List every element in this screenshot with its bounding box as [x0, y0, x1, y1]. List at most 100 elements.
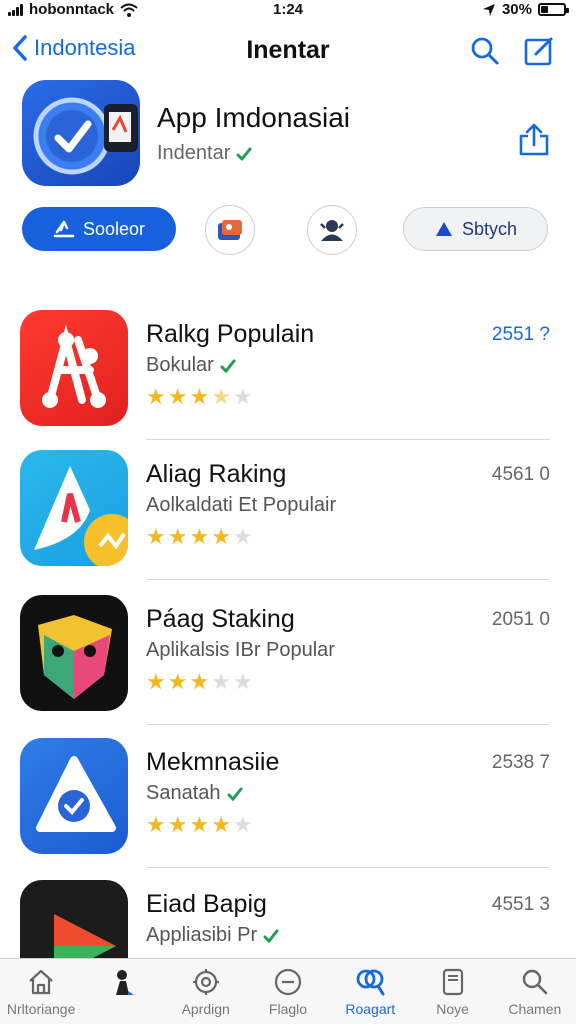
search-icon [522, 969, 548, 995]
star-icon: ★ [189, 384, 210, 409]
app-icon [20, 738, 128, 854]
list-item[interactable]: Mekmnasiie Sanatah ★ ★ ★ ★ ★ 2538 7 [0, 728, 576, 868]
item-value: 4561 0 [491, 464, 550, 485]
divider [146, 579, 550, 580]
tab-label: Noye [436, 1001, 469, 1017]
location-pin-icon [36, 756, 116, 832]
status-right: 30% [482, 1, 569, 18]
app-title: App Imdonasiai [157, 102, 351, 133]
battery-level [541, 6, 548, 13]
tab-label: Aprdign [181, 1001, 230, 1017]
tab-search[interactable]: Roagart [329, 959, 411, 1024]
item-subtitle-row: Aplikalsis IBr Popular [146, 639, 335, 662]
star-icon: ★ [189, 812, 210, 837]
tab-label: Roagart [345, 1001, 396, 1017]
star-icon: ★ [146, 524, 166, 549]
item-subtitle-row: Aolkaldati Et Populair [146, 494, 336, 517]
upload-triangle-icon [435, 222, 452, 236]
tab-bar: Nrltoriange Aprdign Flaglo Roagart Noye … [0, 958, 576, 1024]
list-item[interactable]: Páag Staking Aplikalsis IBr Popular ★ ★ ★ ★… [0, 585, 576, 725]
secondary-action-label: Sbtych [461, 218, 518, 239]
star-icon: ★ [189, 524, 210, 549]
verified-check-icon [263, 929, 279, 943]
app-icon[interactable] [22, 80, 140, 186]
tab-profile[interactable] [82, 959, 164, 1024]
item-title: Ralkg Populain [146, 320, 315, 348]
back-button[interactable]: Indontesia [12, 34, 136, 62]
item-subtitle-row: Sanatah [146, 782, 243, 805]
profile-button[interactable] [307, 205, 357, 255]
book-icon [442, 968, 463, 996]
compose-button[interactable] [522, 34, 556, 68]
app-logo-icon [33, 97, 138, 175]
item-subtitle: Aplikalsis IBr Popular [146, 639, 335, 661]
home-icon [29, 969, 53, 995]
star-rating: ★ ★ ★ ★ ★ [146, 386, 253, 408]
star-icon: ★ [167, 812, 188, 837]
star-rating: ★ ★ ★ ★ ★ [146, 526, 253, 548]
person-icon [320, 220, 344, 241]
item-subtitle: Aolkaldati Et Populair [146, 494, 337, 516]
item-title: Eiad Bapig [146, 890, 267, 918]
primary-action-button[interactable]: Sooleor [22, 207, 176, 251]
gear-icon [192, 969, 219, 995]
star-icon: ★ [167, 669, 188, 694]
list-item[interactable]: Aliag Raking Aolkaldati Et Populair ★ ★ ★ ★… [0, 440, 576, 580]
primary-action-label: Sooleor [82, 218, 146, 239]
compose-icon [524, 37, 553, 66]
share-button[interactable] [514, 120, 554, 160]
status-bar: hobonntack 1:24 30% [0, 0, 576, 22]
star-icon: ★ [232, 812, 253, 837]
star-icon: ★ [232, 524, 253, 549]
tab-library[interactable]: Noye [411, 959, 493, 1024]
app-icon [20, 310, 128, 426]
star-icon: ★ [146, 669, 166, 694]
chevron-left-icon [13, 35, 27, 61]
star-icon: ★ [211, 524, 231, 549]
tab-label: Chamen [508, 1001, 562, 1017]
mask-icon [38, 615, 112, 699]
star-icon: ★ [146, 812, 166, 837]
battery-icon [538, 3, 569, 16]
divider [146, 724, 550, 725]
star-icon: ★ [232, 384, 253, 409]
star-rating: ★ ★ ★ ★ ★ [146, 671, 253, 693]
item-subtitle: Appliasibi Pr [146, 924, 258, 946]
app-header: App Imdonasiai Indentar [0, 80, 576, 190]
tab-home[interactable]: Nrltoriange [0, 959, 82, 1024]
item-subtitle-row: Bokular [146, 354, 236, 377]
app-subtitle-row: Indentar [157, 142, 252, 165]
star-icon: ★ [167, 524, 188, 549]
divider [146, 867, 550, 868]
back-label: Indontesia [34, 35, 136, 60]
star-icon: ★ [146, 384, 166, 409]
secondary-action-button[interactable]: Sbtych [403, 207, 548, 251]
location-icon [482, 3, 495, 16]
item-subtitle: Bokular [146, 354, 214, 376]
list-item[interactable]: Ralkg Populain Bokular ★ ★ ★ ★ ★ 2551 ? [0, 300, 576, 440]
star-icon: ★ [232, 669, 253, 694]
action-row: Sooleor Sbtych [0, 205, 576, 255]
star-icon: ★ [189, 669, 210, 694]
verified-check-icon [236, 147, 252, 160]
star-rating: ★ ★ ★ ★ ★ [146, 814, 253, 836]
item-title: Aliag Raking [146, 460, 287, 488]
item-subtitle-row: Appliasibi Pr [146, 924, 279, 947]
tab-flaglo[interactable]: Flaglo [247, 959, 329, 1024]
gallery-icon [218, 220, 242, 240]
network-icon [42, 324, 106, 408]
item-value: 4551 3 [491, 894, 550, 915]
search-button[interactable] [468, 34, 502, 68]
nav-actions [468, 34, 556, 68]
tab-label: Nrltoriange [6, 1001, 76, 1017]
battery-percent: 30% [501, 1, 532, 18]
tab-apps[interactable]: Aprdign [165, 959, 247, 1024]
item-value: 2538 7 [491, 752, 550, 773]
music-note-icon [34, 466, 128, 566]
share-icon [519, 123, 549, 156]
navigation-bar: Indontesia Inentar [0, 30, 576, 76]
gallery-button[interactable] [205, 205, 255, 255]
tab-find[interactable]: Chamen [494, 959, 576, 1024]
star-icon: ★ [211, 812, 231, 837]
item-value: 2051 0 [491, 609, 550, 630]
